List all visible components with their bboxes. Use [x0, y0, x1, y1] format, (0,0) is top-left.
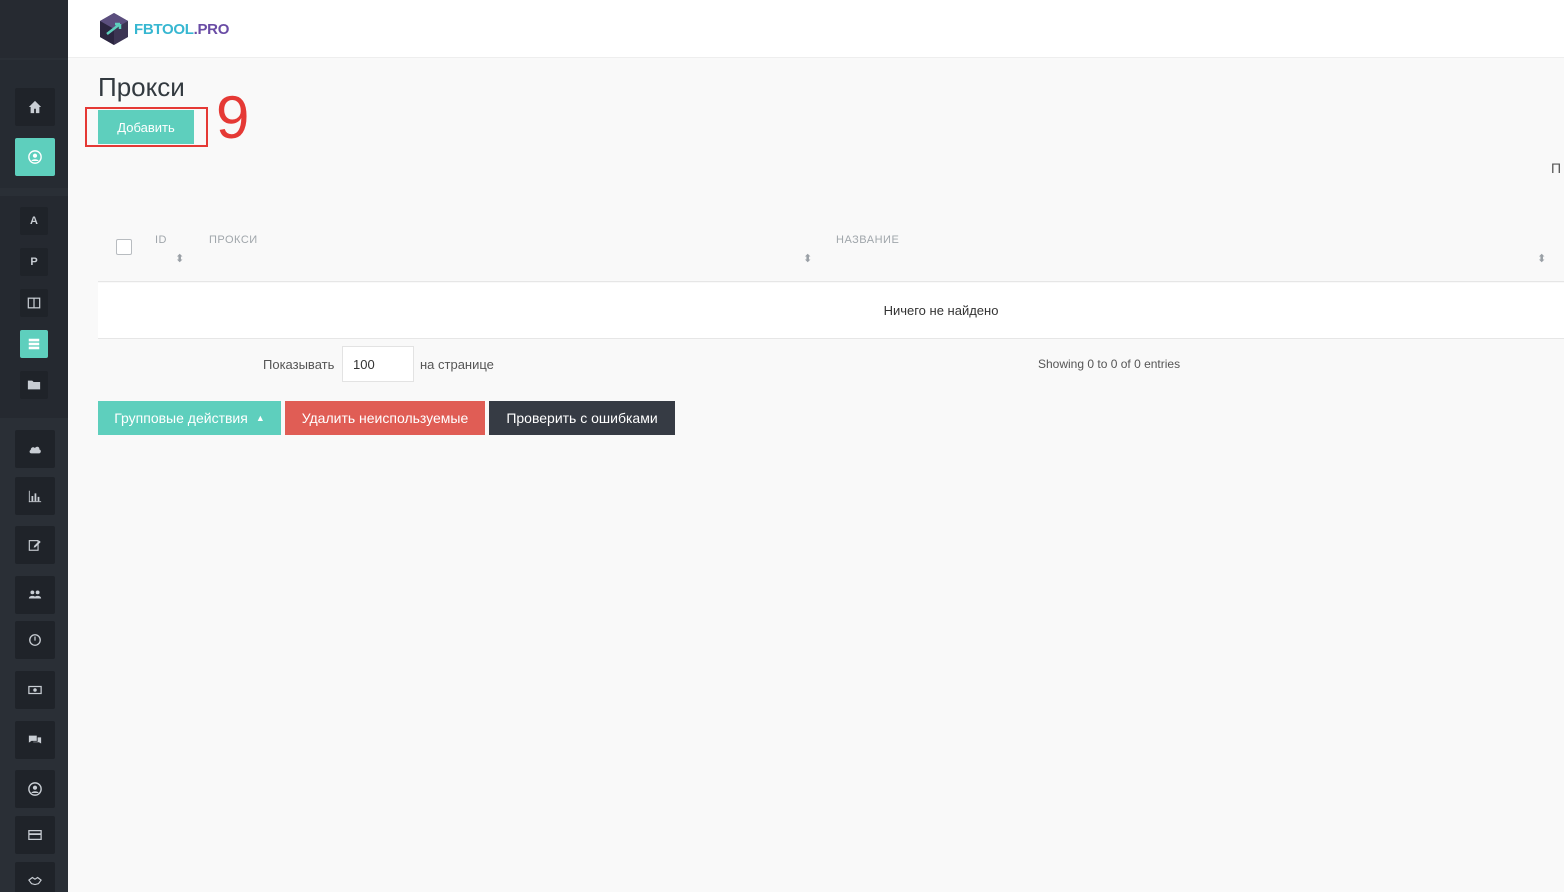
sidebar: A P: [0, 0, 68, 892]
column-header-id[interactable]: ID: [155, 234, 167, 246]
sidebar-item-p[interactable]: P: [20, 248, 48, 276]
folder-icon[interactable]: [20, 371, 48, 399]
chat-icon[interactable]: [15, 721, 55, 759]
table-empty-row: Ничего не найдено: [98, 283, 1564, 339]
entries-info: Showing 0 to 0 of 0 entries: [1038, 357, 1181, 371]
credit-card-icon[interactable]: [15, 816, 55, 854]
handshake-icon[interactable]: [15, 862, 55, 892]
caret-up-icon: ▲: [255, 413, 265, 423]
topbar: FBTOOL.PRO: [68, 0, 1564, 58]
column-header-proxy[interactable]: ПРОКСИ: [209, 234, 258, 246]
money-icon[interactable]: [15, 671, 55, 709]
delete-unused-button[interactable]: Удалить неиспользуемые: [285, 401, 485, 435]
users-icon[interactable]: [15, 576, 55, 614]
cutoff-text: П: [1551, 160, 1562, 176]
brand-name: FBTOOL.PRO: [134, 20, 230, 38]
sort-name-icon[interactable]: ⬍: [1537, 254, 1546, 265]
column-header-name[interactable]: НАЗВАНИЕ: [836, 234, 899, 246]
cloud-upload-icon[interactable]: [15, 430, 55, 468]
check-errors-button[interactable]: Проверить с ошибками: [489, 401, 675, 435]
sort-id-icon[interactable]: ⬍: [175, 254, 184, 265]
per-page-suffix: на странице: [420, 357, 494, 372]
group-actions-button[interactable]: Групповые действия ▲: [98, 401, 281, 435]
sidebar-top: [0, 0, 68, 58]
sort-proxy-icon[interactable]: ⬍: [803, 254, 812, 265]
home-icon[interactable]: [15, 88, 55, 126]
cube-logo-icon: [100, 13, 128, 45]
sidebar-item-a[interactable]: A: [20, 207, 48, 235]
table-header: ID ⬍ ПРОКСИ ⬍ НАЗВАНИЕ ⬍: [98, 222, 1564, 282]
annotation-highlight-box: [85, 107, 208, 147]
brand-logo[interactable]: FBTOOL.PRO: [98, 12, 229, 46]
columns-icon[interactable]: [20, 289, 48, 317]
user-circle-icon[interactable]: [15, 138, 55, 176]
select-all-checkbox[interactable]: [116, 239, 132, 255]
account-circle-icon[interactable]: [15, 770, 55, 808]
group-actions-label: Групповые действия: [114, 410, 248, 426]
per-page-input[interactable]: [342, 346, 414, 382]
clock-icon[interactable]: [15, 621, 55, 659]
server-list-icon[interactable]: [20, 330, 48, 358]
page-title: Прокси: [98, 72, 185, 102]
per-page-label: Показывать: [263, 357, 335, 372]
annotation-step-number: 9: [216, 84, 250, 151]
edit-icon[interactable]: [15, 526, 55, 564]
bar-chart-icon[interactable]: [15, 477, 55, 515]
